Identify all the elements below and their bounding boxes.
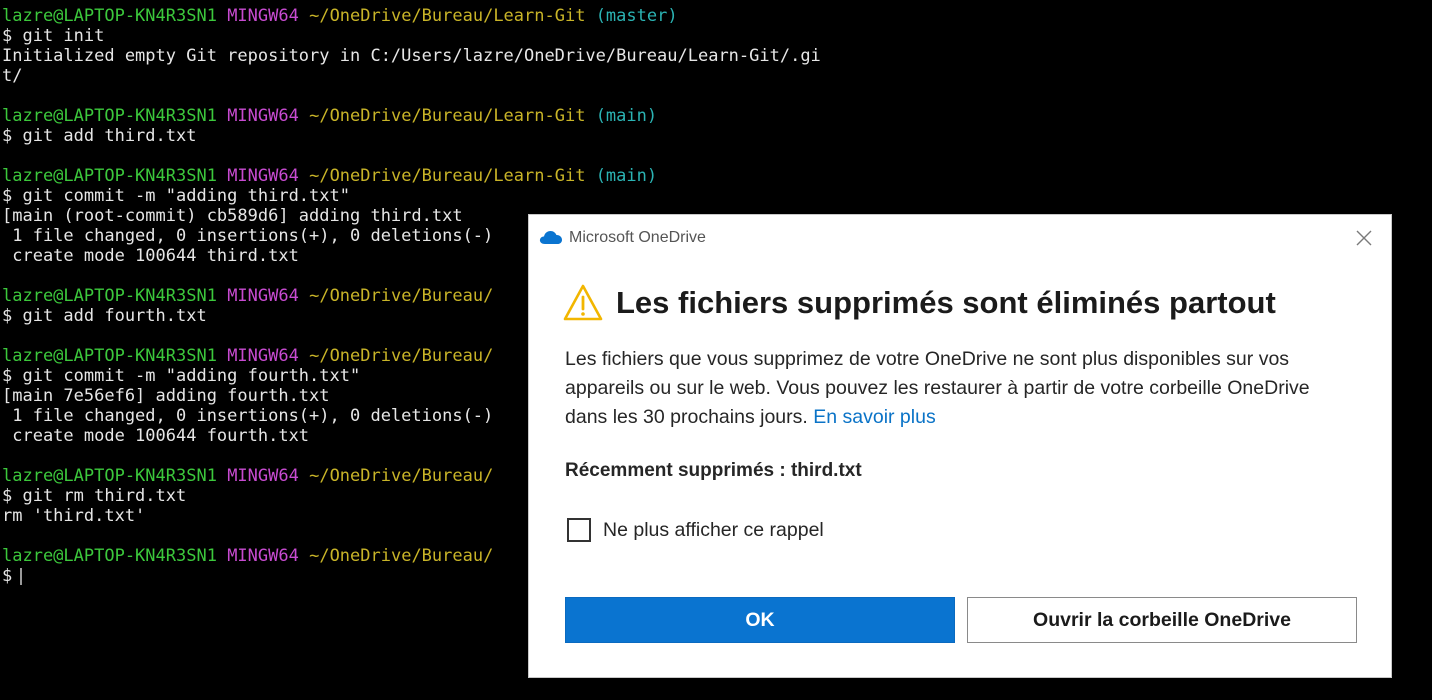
terminal-line: $ git commit -m "adding fourth.txt" [2,366,361,386]
dialog-titlebar[interactable]: Microsoft OneDrive [529,215,1391,261]
close-icon [1356,230,1372,246]
terminal-line: $ git add third.txt [2,126,197,146]
terminal-line: 1 file changed, 0 insertions(+), 0 delet… [2,406,494,426]
terminal-line: create mode 100644 fourth.txt [2,426,310,446]
prompt-system: MINGW64 [227,6,299,26]
onedrive-dialog: Microsoft OneDrive Les fichiers supprimé… [528,214,1392,678]
prompt-user: lazre@LAPTOP-KN4R3SN1 [2,466,217,486]
prompt-path: ~/OneDrive/Bureau/ [309,286,494,306]
terminal-input-line[interactable]: $ [2,566,23,586]
dont-show-again-label[interactable]: Ne plus afficher ce rappel [603,519,824,542]
prompt-user: lazre@LAPTOP-KN4R3SN1 [2,346,217,366]
prompt-user: lazre@LAPTOP-KN4R3SN1 [2,286,217,306]
terminal-line: $ git commit -m "adding third.txt" [2,186,350,206]
prompt-line: lazre@LAPTOP-KN4R3SN1 MINGW64 ~/OneDrive… [2,466,493,486]
prompt-branch: (main) [595,166,658,186]
terminal-line: [main 7e56ef6] adding fourth.txt [2,386,330,406]
warning-icon [563,283,603,323]
prompt-user: lazre@LAPTOP-KN4R3SN1 [2,106,217,126]
dialog-heading: Les fichiers supprimés sont éliminés par… [616,285,1276,320]
prompt-user: lazre@LAPTOP-KN4R3SN1 [2,166,217,186]
prompt-user: lazre@LAPTOP-KN4R3SN1 [2,546,217,566]
terminal-line: [main (root-commit) cb589d6] adding thir… [2,206,463,226]
prompt-line: lazre@LAPTOP-KN4R3SN1 MINGW64 ~/OneDrive… [2,166,657,186]
terminal-line: rm 'third.txt' [2,506,146,526]
recently-deleted-label: Récemment supprimés : third.txt [565,460,862,481]
prompt-system: MINGW64 [227,546,299,566]
body-line: appareils ou sur le web. Vous pouvez les… [565,377,1310,399]
terminal-line: Initialized empty Git repository in C:/U… [2,46,821,66]
prompt-path: ~/OneDrive/Bureau/Learn-Git [309,6,586,26]
dont-show-again-row[interactable]: Ne plus afficher ce rappel [567,517,824,543]
terminal-line: 1 file changed, 0 insertions(+), 0 delet… [2,226,494,246]
terminal-line: create mode 100644 third.txt [2,246,299,266]
prompt-system: MINGW64 [227,466,299,486]
body-line: dans les 30 prochains jours. [565,406,808,428]
prompt-symbol: $ [2,566,13,586]
prompt-branch: (master) [595,6,678,26]
prompt-line: lazre@LAPTOP-KN4R3SN1 MINGW64 ~/OneDrive… [2,286,493,306]
close-button[interactable] [1351,225,1377,251]
prompt-line: lazre@LAPTOP-KN4R3SN1 MINGW64 ~/OneDrive… [2,546,493,566]
terminal-line: $ git rm third.txt [2,486,187,506]
learn-more-link[interactable]: En savoir plus [813,406,935,428]
onedrive-cloud-icon [539,229,563,245]
terminal-line: t/ [2,66,23,86]
prompt-path: ~/OneDrive/Bureau/ [309,466,494,486]
prompt-user: lazre@LAPTOP-KN4R3SN1 [2,6,217,26]
text-cursor [20,567,23,585]
prompt-path: ~/OneDrive/Bureau/ [309,546,494,566]
prompt-system: MINGW64 [227,346,299,366]
prompt-path: ~/OneDrive/Bureau/ [309,346,494,366]
prompt-line: lazre@LAPTOP-KN4R3SN1 MINGW64 ~/OneDrive… [2,106,657,126]
dialog-body: Les fichiers que vous supprimez de votre… [565,345,1375,432]
prompt-branch: (main) [595,106,658,126]
prompt-system: MINGW64 [227,106,299,126]
dont-show-again-checkbox[interactable] [567,518,591,542]
prompt-system: MINGW64 [227,166,299,186]
terminal-line: $ git add fourth.txt [2,306,207,326]
open-recycle-bin-button[interactable]: Ouvrir la corbeille OneDrive [967,597,1357,643]
prompt-line: lazre@LAPTOP-KN4R3SN1 MINGW64 ~/OneDrive… [2,346,493,366]
terminal-line: $ git init [2,26,105,46]
prompt-line: lazre@LAPTOP-KN4R3SN1 MINGW64 ~/OneDrive… [2,6,678,26]
prompt-path: ~/OneDrive/Bureau/Learn-Git [309,166,586,186]
prompt-system: MINGW64 [227,286,299,306]
ok-button[interactable]: OK [565,597,955,643]
body-line: Les fichiers que vous supprimez de votre… [565,348,1290,370]
prompt-path: ~/OneDrive/Bureau/Learn-Git [309,106,586,126]
body-line-3: dans les 30 prochains jours. En savoir p… [565,403,1375,432]
dialog-app-name: Microsoft OneDrive [569,229,706,246]
